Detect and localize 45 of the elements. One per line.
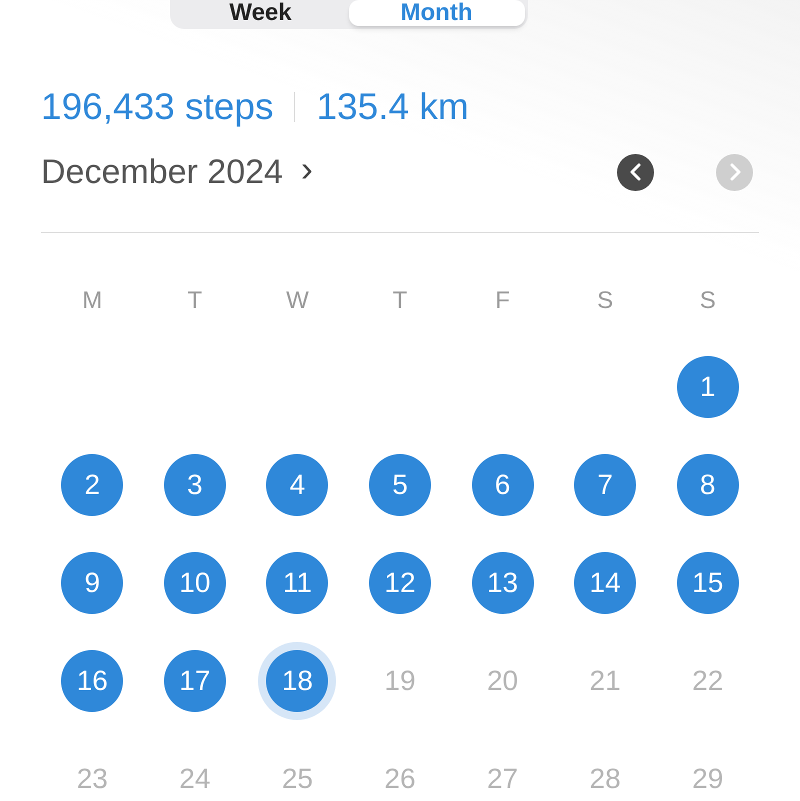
calendar-day[interactable]: 22: [676, 650, 739, 712]
calendar-day[interactable]: 8: [676, 454, 739, 516]
calendar-day[interactable]: 19: [368, 650, 431, 712]
calendar-day[interactable]: 4: [266, 454, 328, 516]
calendar-day[interactable]: 3: [164, 454, 226, 516]
calendar-day[interactable]: 15: [676, 552, 739, 614]
weekday-label: T: [188, 286, 202, 316]
calendar-day[interactable]: 9: [61, 552, 124, 614]
distance-total: 135.4 km: [316, 85, 469, 130]
weekday-label: F: [495, 286, 510, 316]
calendar-day[interactable]: 26: [368, 748, 431, 801]
calendar-day[interactable]: 10: [164, 552, 226, 614]
calendar-day[interactable]: 28: [574, 748, 636, 801]
weekday-label: M: [82, 286, 102, 316]
month-title[interactable]: December 2024: [41, 146, 283, 198]
calendar-day[interactable]: 18: [266, 650, 328, 712]
calendar-day[interactable]: 14: [574, 552, 636, 614]
calendar-day[interactable]: 2: [61, 454, 124, 516]
calendar-day[interactable]: 16: [61, 650, 124, 712]
segment-tab[interactable]: Week: [172, 0, 348, 26]
calendar-day[interactable]: 1: [676, 356, 739, 418]
weekday-label: T: [392, 286, 408, 316]
calendar-day[interactable]: 29: [676, 748, 739, 801]
chevron-left-icon: [628, 163, 642, 181]
calendar-day[interactable]: 6: [472, 454, 534, 516]
calendar-day[interactable]: 25: [266, 748, 328, 801]
calendar-day[interactable]: 12: [368, 552, 431, 614]
calendar-day[interactable]: 23: [61, 748, 124, 801]
calendar-day[interactable]: 11: [266, 552, 328, 614]
weekday-label: S: [700, 286, 716, 316]
chevron-right-icon: [728, 163, 742, 181]
weekday-label: S: [597, 286, 614, 316]
calendar-day[interactable]: 20: [472, 650, 534, 712]
calendar-day[interactable]: 24: [164, 748, 226, 801]
segment-tab[interactable]: Month: [348, 0, 524, 26]
calendar-day[interactable]: 27: [472, 748, 534, 801]
steps-total: 196,433 steps: [41, 85, 274, 130]
calendar-day[interactable]: 21: [574, 650, 636, 712]
month-chevron[interactable]: ›: [300, 151, 313, 193]
calendar-day[interactable]: 17: [164, 650, 226, 712]
calendar-day[interactable]: 13: [472, 552, 534, 614]
previous-month-button[interactable]: [617, 154, 654, 190]
calendar-day[interactable]: 7: [574, 454, 636, 516]
calendar-day[interactable]: 5: [368, 454, 431, 516]
weekday-label: W: [286, 286, 309, 316]
